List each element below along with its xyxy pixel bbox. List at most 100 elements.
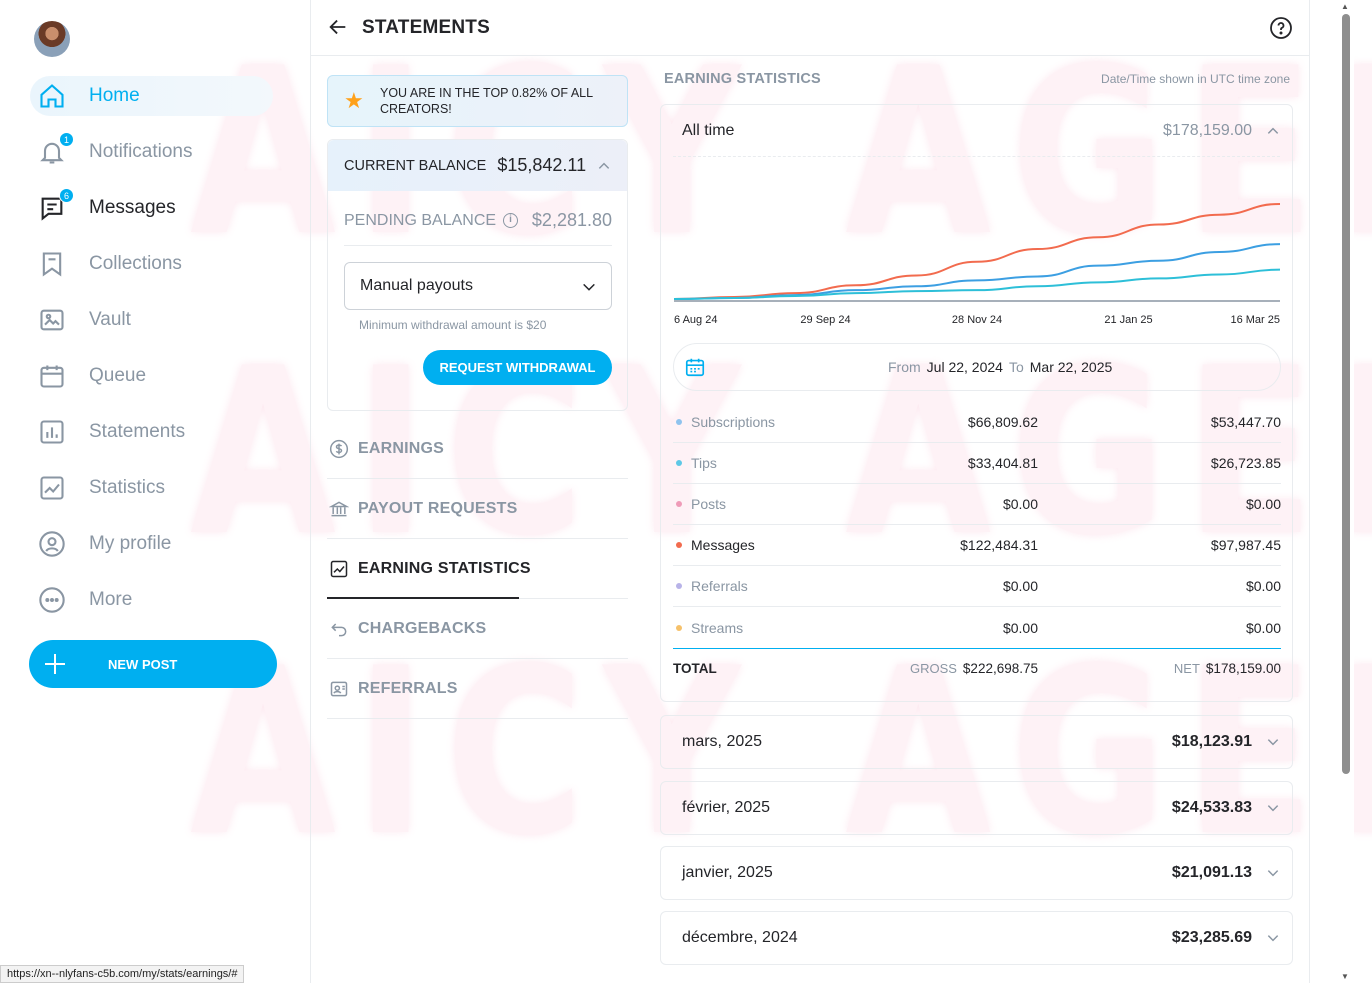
- tab-label: REFERRALS: [358, 679, 458, 697]
- net-value: $0.00: [1245, 578, 1281, 594]
- back-arrow-icon[interactable]: [327, 16, 349, 38]
- avatar[interactable]: [34, 21, 70, 57]
- pending-balance-label: PENDING BALANCE: [344, 211, 497, 229]
- scroll-up-icon[interactable]: ▲: [1341, 2, 1349, 11]
- timezone-note: Date/Time shown in UTC time zone: [1101, 72, 1290, 86]
- tab-label: PAYOUT REQUESTS: [358, 499, 518, 517]
- tab-referrals[interactable]: REFERRALS: [327, 659, 628, 719]
- earning-stats-header: EARNING STATISTICS Date/Time shown in UT…: [660, 66, 1293, 94]
- chevron-down-icon: [1267, 805, 1279, 812]
- sidebar-item-label: Queue: [89, 365, 147, 386]
- table-row: Streams $0.00 $0.00: [673, 607, 1281, 648]
- page-scrollbar[interactable]: ▲ ▼: [1338, 0, 1354, 983]
- tab-earnings[interactable]: EARNINGS: [327, 419, 628, 479]
- message-icon: 6: [38, 188, 74, 222]
- sidebar-item-label: Notifications: [89, 141, 193, 162]
- net-label: NET: [1173, 661, 1200, 676]
- sidebar-item-notifications[interactable]: 1 Notifications: [30, 132, 273, 172]
- period-label: All time: [682, 121, 735, 139]
- gross-value: $0.00: [1002, 496, 1038, 512]
- sidebar-item-more[interactable]: More: [30, 580, 273, 620]
- calendar-icon: [685, 358, 705, 377]
- table-row: Referrals $0.00 $0.00: [673, 566, 1281, 607]
- scroll-down-icon[interactable]: ▼: [1341, 972, 1349, 981]
- page-header: STATEMENTS: [311, 0, 1310, 56]
- home-icon: [38, 82, 66, 110]
- sidebar-item-label: Collections: [89, 253, 182, 274]
- x-tick-label: 29 Sep 24: [800, 314, 850, 326]
- chevron-down-icon: [1267, 739, 1279, 746]
- month-row[interactable]: janvier, 2025 $21,091.13: [660, 846, 1293, 900]
- month-label: février, 2025: [682, 799, 771, 816]
- tab-label: EARNING STATISTICS: [358, 559, 531, 577]
- legend-dot: [676, 583, 682, 589]
- month-row[interactable]: mars, 2025 $18,123.91: [660, 715, 1293, 769]
- star-icon: ★: [344, 88, 364, 113]
- pending-balance-row: PENDING BALANCE i $2,281.80: [344, 196, 612, 246]
- sidebar-item-label: Home: [89, 85, 140, 106]
- chevron-up-icon[interactable]: [1266, 124, 1280, 138]
- source-name: Subscriptions: [691, 414, 776, 430]
- tab-earning-statistics[interactable]: EARNING STATISTICS: [327, 539, 628, 599]
- sidebar-item-home[interactable]: Home: [30, 76, 273, 116]
- current-balance-row[interactable]: CURRENT BALANCE $15,842.11: [328, 140, 627, 191]
- sidebar-item-messages[interactable]: 6 Messages: [30, 188, 273, 228]
- date-from-value: Jul 22, 2024: [926, 359, 1003, 375]
- scroll-thumb[interactable]: [1342, 14, 1350, 774]
- sidebar-item-queue[interactable]: Queue: [30, 356, 273, 396]
- tab-chargebacks[interactable]: CHARGEBACKS: [327, 599, 628, 659]
- new-post-button[interactable]: NEW POST: [29, 640, 277, 688]
- gross-value: $66,809.62: [967, 414, 1038, 430]
- chevron-down-icon: [1267, 870, 1279, 877]
- main-content: STATEMENTS ★ YOU ARE IN THE TOP 0.82% OF…: [310, 0, 1310, 983]
- sidebar-item-label: Vault: [89, 309, 131, 330]
- table-row: Messages $122,484.31 $97,987.45: [673, 525, 1281, 566]
- message-badge: 6: [59, 188, 74, 203]
- date-range-picker[interactable]: From Jul 22, 2024 To Mar 22, 2025: [673, 343, 1281, 391]
- vault-icon: [38, 306, 66, 334]
- section-title: EARNING STATISTICS: [664, 71, 821, 87]
- statements-menu: EARNINGS PAYOUT REQUESTS EARNING STATIST…: [327, 419, 628, 719]
- chevron-down-icon: [583, 283, 595, 291]
- sidebar-item-label: More: [89, 589, 133, 610]
- bell-icon: 1: [38, 132, 74, 166]
- tab-label: EARNINGS: [358, 439, 445, 457]
- gross-value: $0.00: [1002, 619, 1038, 636]
- legend-dot: [676, 501, 682, 507]
- source-name: Streams: [691, 619, 744, 636]
- chevron-up-icon[interactable]: [597, 159, 611, 173]
- all-time-header[interactable]: All time $178,159.00: [673, 105, 1280, 157]
- legend-dot: [676, 624, 682, 631]
- balance-panel: CURRENT BALANCE $15,842.11 PENDING BALAN…: [327, 139, 628, 411]
- total-label: TOTAL: [673, 661, 717, 676]
- tab-label: CHARGEBACKS: [358, 619, 487, 637]
- bank-icon: [329, 500, 349, 516]
- month-row[interactable]: décembre, 2024 $23,285.69: [660, 911, 1293, 965]
- x-tick-label: 21 Jan 25: [1104, 314, 1152, 326]
- gross-value: $33,404.81: [967, 455, 1038, 471]
- sidebar-item-vault[interactable]: Vault: [30, 300, 273, 340]
- dollar-circle-icon: [329, 439, 349, 458]
- sidebar-item-statements[interactable]: Statements: [30, 412, 273, 452]
- help-icon[interactable]: [1269, 16, 1293, 40]
- gross-label: GROSS: [909, 661, 957, 676]
- month-label: mars, 2025: [682, 733, 763, 750]
- month-value: $18,123.91: [1171, 733, 1252, 750]
- legend-dot: [676, 419, 682, 425]
- source-name: Tips: [691, 455, 717, 471]
- undo-icon: [331, 622, 347, 636]
- sidebar-item-collections[interactable]: Collections: [30, 244, 273, 284]
- all-time-card: All time $178,159.00 6 Aug 24 29 Sep 24 28…: [660, 104, 1293, 702]
- payout-method-select[interactable]: Manual payouts: [344, 262, 612, 310]
- info-icon[interactable]: i: [503, 213, 519, 228]
- month-row[interactable]: février, 2025 $24,533.83: [660, 781, 1293, 835]
- series-line-0: [673, 202, 1281, 300]
- sidebar-item-profile[interactable]: My profile: [30, 524, 273, 564]
- sidebar-item-statistics[interactable]: Statistics: [30, 468, 273, 508]
- table-row: Subscriptions $66,809.62 $53,447.70: [673, 402, 1281, 443]
- request-withdrawal-button[interactable]: REQUEST WITHDRAWAL: [423, 350, 612, 385]
- tab-payout-requests[interactable]: PAYOUT REQUESTS: [327, 479, 628, 539]
- sidebar-item-label: My profile: [89, 533, 172, 554]
- plus-icon: [43, 652, 67, 676]
- source-name: Messages: [691, 537, 755, 553]
